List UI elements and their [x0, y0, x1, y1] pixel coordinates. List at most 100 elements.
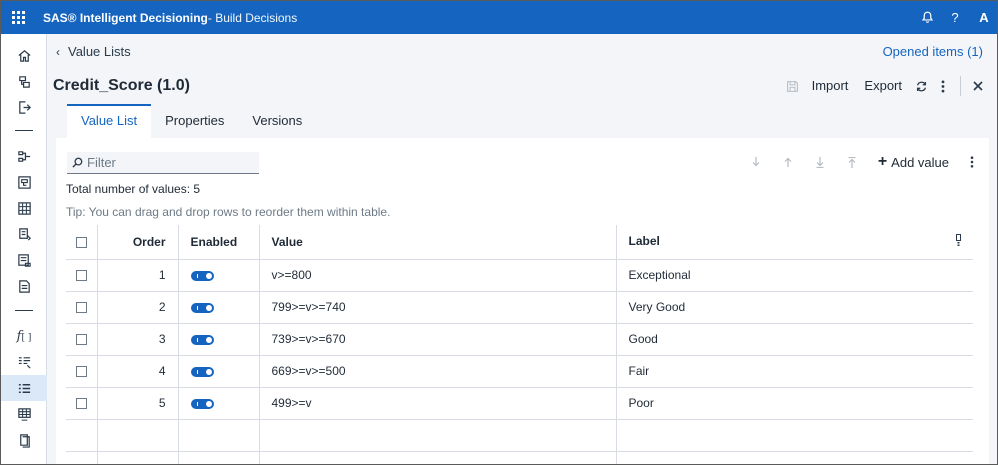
row-checkbox[interactable] [75, 334, 87, 346]
rule-sets-icon[interactable] [1, 221, 47, 247]
close-icon[interactable] [967, 74, 989, 98]
table-header-row: Order Enabled Value Label [66, 225, 973, 260]
object-actions: Import Export [782, 74, 989, 98]
row-checkbox[interactable] [75, 366, 87, 378]
enabled-cell [178, 291, 260, 324]
column-options-icon[interactable] [956, 234, 961, 249]
tab-value-list[interactable]: Value List [67, 104, 152, 138]
save-icon[interactable] [782, 74, 804, 98]
app-subtitle: - Build Decisions [207, 10, 298, 25]
move-down-icon[interactable] [740, 151, 772, 173]
row-select-cell [66, 355, 98, 388]
documents-icon[interactable] [1, 427, 47, 453]
value-cell: v>=800 [259, 259, 617, 292]
enabled-cell [178, 259, 260, 292]
app-window: SAS® Intelligent Decisioning - Build Dec… [0, 0, 998, 465]
empty-row [66, 451, 973, 464]
flows-icon[interactable] [1, 169, 47, 195]
models-icon[interactable] [1, 247, 47, 273]
filter-input[interactable] [87, 155, 247, 170]
label-cell: Very Good [616, 291, 973, 324]
apps-icon[interactable] [1, 1, 35, 34]
enabled-toggle[interactable] [190, 366, 214, 377]
values-table: Order Enabled Value Label 1 v>=800 Excep… [66, 225, 973, 464]
back-to-value-lists[interactable]: ‹ Value Lists [56, 44, 131, 59]
order-cell: 1 [97, 259, 179, 292]
filter-field[interactable] [67, 152, 259, 174]
opened-items-link[interactable]: Opened items (1) [883, 44, 983, 59]
page-title: Credit_Score (1.0) [53, 77, 190, 94]
app-brand-name: SAS® Intelligent Decisioning [43, 10, 208, 25]
label-cell: Exceptional [616, 259, 973, 292]
table-row[interactable]: 4 669>=v>=500 Fair [66, 355, 973, 388]
functions-icon[interactable]: f[ ] [1, 323, 47, 349]
column-header-label-text: Label [628, 234, 660, 249]
plus-icon: + [877, 153, 888, 170]
row-select-cell [66, 291, 98, 324]
column-header-label[interactable]: Label [616, 225, 973, 260]
row-checkbox[interactable] [75, 270, 87, 282]
tables-icon[interactable] [1, 195, 47, 221]
value-cell: 739>=v>=670 [259, 323, 617, 356]
treatments-icon[interactable] [1, 349, 47, 375]
enabled-toggle[interactable] [190, 302, 214, 313]
enabled-toggle[interactable] [190, 334, 214, 345]
enabled-toggle[interactable] [190, 398, 214, 409]
select-all-cell [66, 225, 98, 260]
move-to-bottom-icon[interactable] [804, 151, 836, 173]
move-up-icon[interactable] [772, 151, 804, 173]
column-header-enabled[interactable]: Enabled [178, 225, 260, 260]
empty-row [66, 419, 973, 452]
export-button[interactable]: Export [856, 74, 910, 98]
help-icon[interactable]: ? [941, 1, 969, 34]
import-button[interactable]: Import [804, 74, 857, 98]
column-header-value[interactable]: Value [259, 225, 617, 260]
label-cell: Fair [616, 355, 973, 388]
tab-versions[interactable]: Versions [238, 104, 316, 138]
table-row[interactable]: 3 739>=v>=670 Good [66, 323, 973, 356]
value-list-panel: + Add value Total number of values: 5 Ti… [56, 138, 989, 464]
breadcrumb-label: Value Lists [68, 44, 131, 59]
row-checkbox[interactable] [75, 398, 87, 410]
business-objects-icon[interactable] [1, 68, 47, 94]
value-cell: 669>=v>=500 [259, 355, 617, 388]
table-row[interactable]: 1 v>=800 Exceptional [66, 259, 973, 292]
tab-properties[interactable]: Properties [151, 104, 238, 138]
row-select-cell [66, 387, 98, 420]
table-more-options-icon[interactable] [959, 151, 985, 173]
select-all-checkbox[interactable] [75, 237, 87, 249]
table-toolbar: + Add value [740, 151, 985, 173]
notification-bell-icon[interactable] [913, 1, 941, 34]
enabled-toggle[interactable] [190, 270, 214, 281]
order-cell: 4 [97, 355, 179, 388]
table-row[interactable]: 5 499>=v Poor [66, 387, 973, 420]
enabled-cell [178, 323, 260, 356]
add-value-button[interactable]: + Add value [868, 154, 959, 170]
chevron-left-icon: ‹ [56, 44, 60, 59]
code-files-icon[interactable] [1, 273, 47, 299]
home-icon[interactable] [1, 42, 47, 68]
label-cell: Poor [616, 387, 973, 420]
order-cell: 3 [97, 323, 179, 356]
user-avatar[interactable]: A [969, 1, 997, 34]
move-to-top-icon[interactable] [836, 151, 868, 173]
enabled-cell [178, 387, 260, 420]
more-options-icon[interactable] [932, 74, 954, 98]
row-select-cell [66, 323, 98, 356]
decisions-icon[interactable] [1, 143, 47, 169]
left-navigation: f[ ] [1, 34, 47, 464]
value-cell: 799>=v>=740 [259, 291, 617, 324]
nav-divider [15, 130, 33, 131]
refresh-icon[interactable] [910, 74, 932, 98]
export-icon[interactable] [1, 94, 47, 120]
search-icon [67, 157, 87, 168]
lookup-tables-icon[interactable] [1, 401, 47, 427]
nav-divider [15, 310, 33, 311]
tab-bar: Value List Properties Versions [67, 104, 316, 138]
column-header-order[interactable]: Order [97, 225, 179, 260]
enabled-cell [178, 355, 260, 388]
value-lists-icon[interactable] [1, 375, 47, 401]
row-checkbox[interactable] [75, 302, 87, 314]
label-cell: Good [616, 323, 973, 356]
table-row[interactable]: 2 799>=v>=740 Very Good [66, 291, 973, 324]
